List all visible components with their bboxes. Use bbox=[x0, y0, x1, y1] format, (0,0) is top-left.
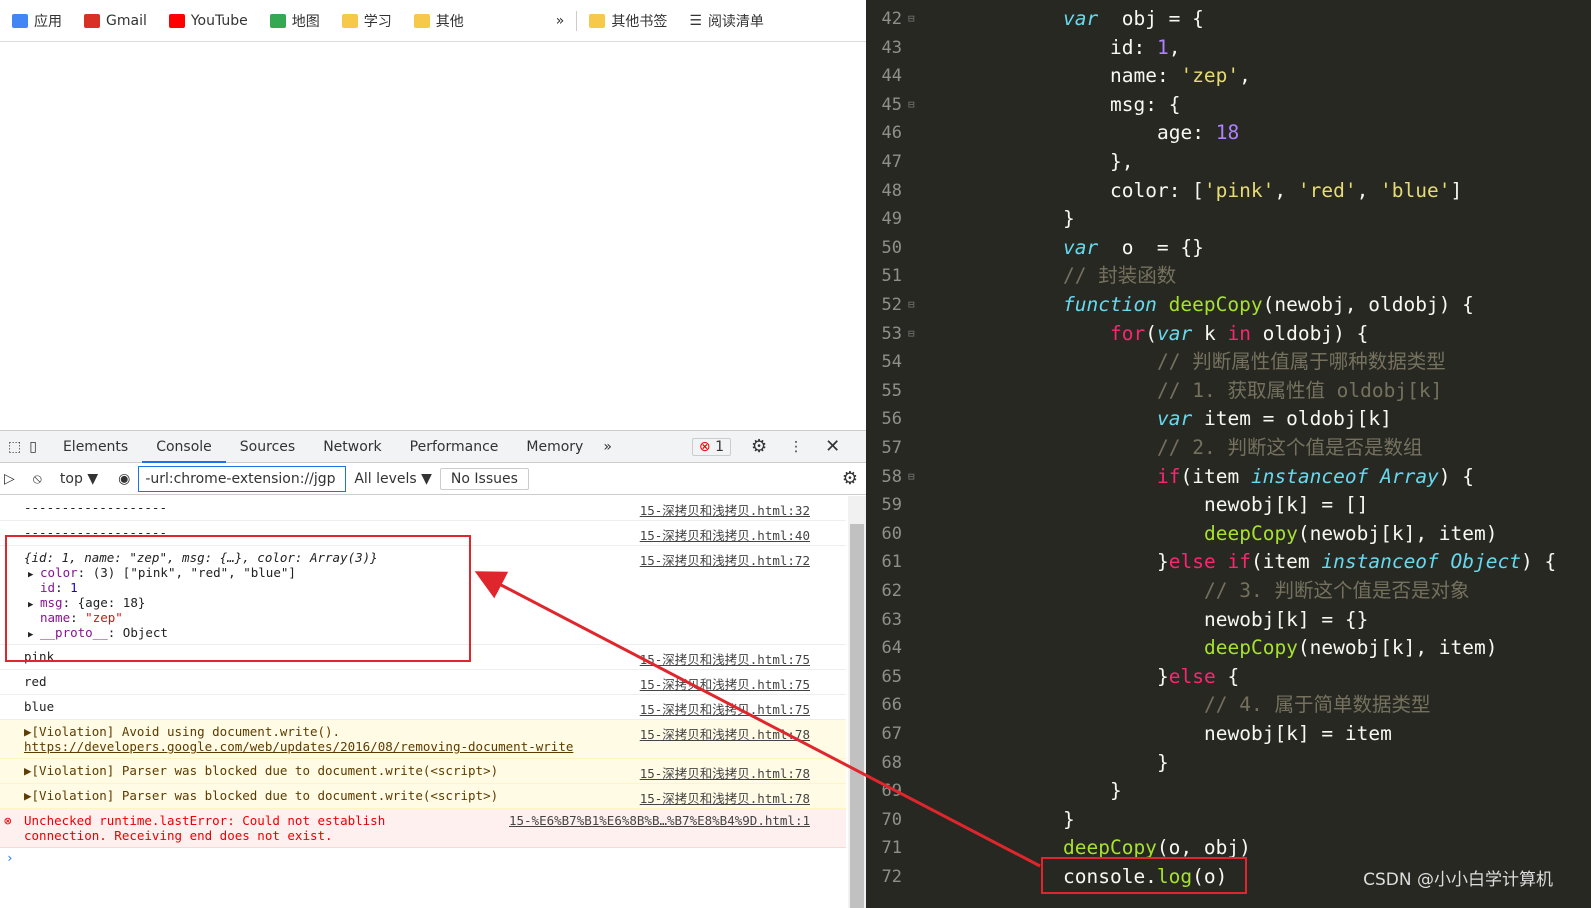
annotation-arrow bbox=[474, 571, 1041, 868]
